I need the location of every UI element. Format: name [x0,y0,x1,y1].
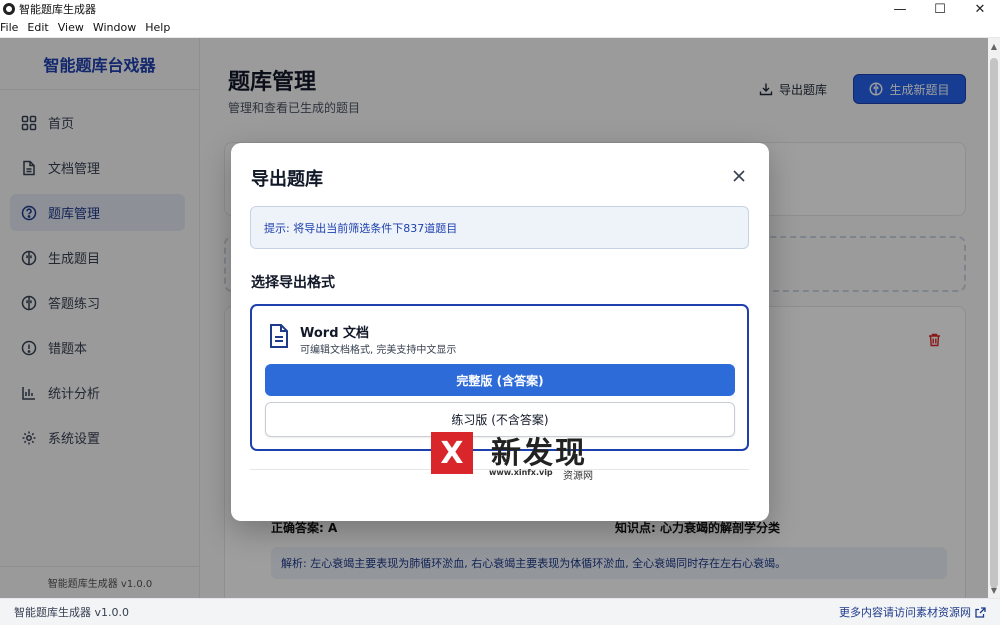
word-document-icon [268,323,290,353]
resource-link[interactable]: 更多内容请访问素材资源网 [839,604,986,620]
watermark-url: www.xinfx.vip [489,468,553,477]
watermark-suffix: 资源网 [563,471,593,482]
watermark-title: 新发现 [491,436,587,471]
status-bar: 智能题库生成器 v1.0.0 更多内容请访问素材资源网 [0,598,1000,625]
resource-link-label: 更多内容请访问素材资源网 [839,606,971,619]
menu-bar: File Edit View Window Help [0,18,1000,38]
status-version: 智能题库生成器 v1.0.0 [14,606,129,619]
dialog-title: 导出题库 [251,169,323,190]
close-icon[interactable] [728,165,750,187]
close-window-button[interactable]: ✕ [960,0,1000,18]
window-controls: — ☐ ✕ [880,0,1000,18]
external-link-icon [975,606,986,618]
export-full-button[interactable]: 完整版 (含答案) [265,364,735,396]
menu-file[interactable]: File [0,21,23,34]
window-title: 智能题库生成器 [19,3,96,16]
format-heading: 选择导出格式 [251,275,335,291]
menu-edit[interactable]: Edit [27,21,53,34]
minimize-button[interactable]: — [880,0,920,18]
format-description: 可编辑文档格式, 完美支持中文显示 [300,345,457,356]
window-titlebar: 智能题库生成器 — ☐ ✕ [0,0,1000,18]
watermark-logo: X [431,432,473,474]
app-logo-icon [3,3,15,15]
menu-help[interactable]: Help [145,21,175,34]
export-tip: 提示: 将导出当前筛选条件下837道题目 [250,206,749,249]
maximize-button[interactable]: ☐ [920,0,960,18]
format-name: Word 文档 [300,326,370,341]
menu-view[interactable]: View [58,21,89,34]
scroll-thumb[interactable] [990,58,998,588]
scroll-down-icon[interactable]: ▼ [988,584,1000,596]
menu-window[interactable]: Window [93,21,141,34]
scroll-up-icon[interactable]: ▲ [988,40,1000,52]
watermark: X 新发现 www.xinfx.vip 资源网 [431,432,611,482]
scrollbar[interactable]: ▲ ▼ [988,38,1000,598]
